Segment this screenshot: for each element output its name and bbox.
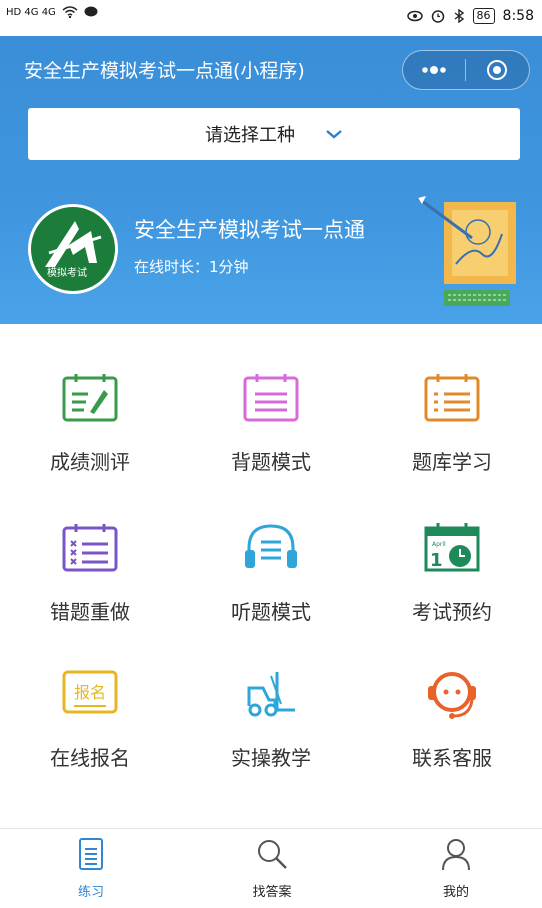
search-icon bbox=[258, 840, 287, 869]
menu-label: 听题模式 bbox=[231, 600, 311, 624]
tab-label: 我的 bbox=[442, 885, 469, 900]
memorize-icon bbox=[243, 374, 299, 422]
menu-item-practical-teaching[interactable]: 实操教学 bbox=[181, 666, 361, 771]
tab-find-answers[interactable]: 找答案 bbox=[212, 837, 332, 900]
alarm-icon bbox=[431, 10, 444, 23]
target-close-icon bbox=[487, 60, 507, 80]
score-report-icon bbox=[62, 374, 118, 422]
tab-practice[interactable]: 练习 bbox=[31, 837, 151, 900]
menu-item-wrong-redo[interactable]: 错题重做 bbox=[0, 520, 180, 625]
tab-label: 找答案 bbox=[252, 885, 292, 900]
menu-label: 成绩测评 bbox=[50, 450, 130, 474]
customer-service-icon bbox=[428, 672, 476, 719]
menu-label: 实操教学 bbox=[231, 746, 311, 770]
study-illustration-icon bbox=[417, 196, 516, 306]
profile-icon bbox=[442, 839, 470, 871]
wifi-icon bbox=[62, 6, 78, 18]
logo-caption: 模拟考试 bbox=[47, 268, 87, 279]
menu-item-online-signup[interactable]: 报名 在线报名 bbox=[0, 666, 180, 771]
app-logo: 模拟考试 bbox=[28, 204, 118, 294]
headphones-icon bbox=[245, 524, 297, 568]
calendar-clock-icon: April 1 bbox=[424, 523, 480, 572]
bottom-tab-bar: 练习 找答案 我的 bbox=[0, 828, 542, 908]
menu-item-listen[interactable]: 听题模式 bbox=[181, 520, 361, 625]
signup-badge-icon: 报名 bbox=[62, 670, 118, 714]
tab-mine[interactable]: 我的 bbox=[396, 837, 516, 900]
close-mini-program-button[interactable] bbox=[466, 51, 528, 89]
menu-label: 背题模式 bbox=[231, 450, 311, 474]
menu-label: 错题重做 bbox=[50, 600, 130, 624]
menu-item-customer-service[interactable]: 联系客服 bbox=[362, 666, 542, 771]
menu-label: 考试预约 bbox=[412, 600, 492, 624]
mini-program-capsule bbox=[402, 50, 530, 90]
job-type-select[interactable]: 请选择工种 bbox=[28, 108, 520, 160]
forklift-icon bbox=[247, 672, 295, 717]
page-title: 安全生产模拟考试一点通(小程序) bbox=[24, 60, 305, 82]
more-dots-icon bbox=[422, 66, 446, 74]
menu-item-question-bank[interactable]: 题库学习 bbox=[362, 370, 542, 475]
chat-icon bbox=[84, 6, 98, 17]
calendar-month: April bbox=[432, 541, 446, 548]
menu-label: 题库学习 bbox=[412, 450, 492, 474]
bluetooth-icon bbox=[454, 9, 464, 23]
tab-label: 练习 bbox=[77, 885, 104, 900]
menu-label: 联系客服 bbox=[412, 746, 492, 770]
more-menu-button[interactable] bbox=[403, 51, 465, 89]
wrong-redo-icon bbox=[62, 524, 118, 572]
menu-item-score-report[interactable]: 成绩测评 bbox=[0, 370, 180, 475]
svg-text:1: 1 bbox=[430, 550, 443, 571]
header: 安全生产模拟考试一点通(小程序) 请选择工种 模拟考试 安全生产模拟考试一点通 … bbox=[0, 36, 542, 324]
chevron-down-icon bbox=[326, 130, 342, 139]
clock: 8:58 bbox=[502, 8, 534, 24]
signup-badge-text: 报名 bbox=[74, 683, 106, 702]
signal-info: HD 4G 4G bbox=[6, 6, 56, 18]
status-bar: HD 4G 4G 86 8:58 bbox=[0, 0, 542, 36]
menu-item-memorize[interactable]: 背题模式 bbox=[181, 370, 361, 475]
menu-label: 在线报名 bbox=[50, 746, 130, 770]
menu-item-exam-booking[interactable]: April 1 考试预约 bbox=[362, 520, 542, 625]
online-duration: 在线时长：1分钟 bbox=[134, 258, 249, 276]
battery-level: 86 bbox=[472, 8, 495, 24]
app-name: 安全生产模拟考试一点通 bbox=[134, 218, 365, 242]
practice-icon bbox=[79, 838, 103, 870]
job-type-placeholder: 请选择工种 bbox=[205, 125, 295, 146]
eye-icon bbox=[406, 10, 423, 22]
status-signal: HD 4G 4G bbox=[6, 6, 98, 18]
question-bank-icon bbox=[424, 374, 480, 422]
